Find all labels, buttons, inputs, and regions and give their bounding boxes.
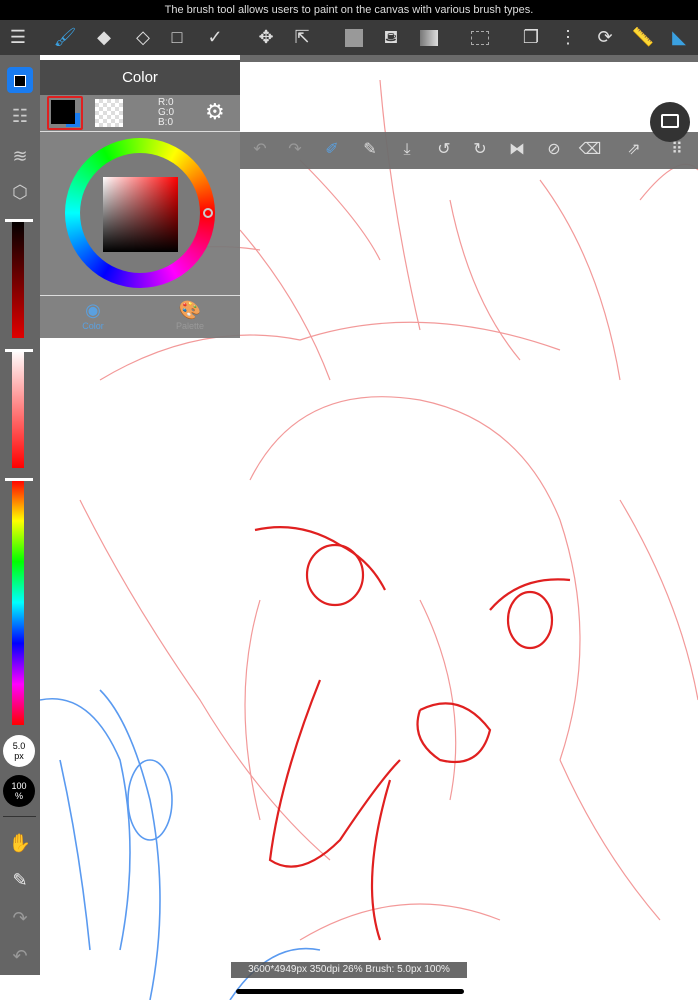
main-toolbar: ☰ 🖌 ◆ ◇ □ ✓ ✥ ⇱ ⛾ ❐ ⋮ ⟳ 📏 ◣ bbox=[0, 20, 698, 55]
ruler-icon[interactable]: 📏 bbox=[630, 24, 656, 50]
brush-sub-toolbar: ↶ ↷ ✐ ✎ ⤓ ↺ ↻ ⧓ ⊘ ⌫ ⇗ ⠿ bbox=[240, 132, 698, 169]
divider bbox=[3, 816, 36, 817]
move-icon[interactable]: ✥ bbox=[253, 24, 279, 50]
eyedropper-icon[interactable]: ✎ bbox=[7, 867, 33, 893]
palette-icon: 🎨 bbox=[178, 300, 202, 320]
slider-knob[interactable] bbox=[5, 219, 33, 222]
clear-icon[interactable]: ⌫ bbox=[578, 138, 602, 162]
tab-palette[interactable]: 🎨 Palette bbox=[170, 300, 210, 331]
rotate-icon[interactable]: ⟳ bbox=[592, 24, 618, 50]
saturation-value-square[interactable] bbox=[103, 177, 178, 252]
dot-line-icon[interactable]: ✓ bbox=[202, 24, 228, 50]
transform-icon[interactable]: ⇱ bbox=[289, 24, 315, 50]
rotate-right-icon[interactable]: ↻ bbox=[468, 138, 492, 162]
undo-icon[interactable]: ↶ bbox=[7, 943, 33, 969]
brush-list-icon[interactable]: ☷ bbox=[7, 103, 33, 129]
rectangle-icon[interactable]: □ bbox=[164, 24, 190, 50]
select-menu-icon[interactable]: ⋮ bbox=[555, 24, 581, 50]
undo-icon[interactable]: ↶ bbox=[248, 138, 272, 162]
expand-icon[interactable]: ⇗ bbox=[622, 138, 646, 162]
menu-icon[interactable]: ☰ bbox=[5, 24, 31, 50]
brightness-slider[interactable] bbox=[12, 220, 24, 338]
tab-color[interactable]: ◉ Color bbox=[78, 300, 108, 331]
fill-color-icon[interactable] bbox=[341, 24, 367, 50]
materials-icon[interactable]: ⬡ bbox=[7, 179, 33, 205]
highlight-brush-icon[interactable]: ◣ bbox=[666, 24, 692, 50]
saturation-slider[interactable] bbox=[12, 350, 24, 468]
slider-knob[interactable] bbox=[5, 478, 33, 481]
primary-color-swatch[interactable] bbox=[47, 96, 83, 130]
tooltip-caption: The brush tool allows users to paint on … bbox=[0, 0, 698, 20]
eyedropper-icon[interactable]: ✎ bbox=[358, 138, 382, 162]
color-tab-icon: ◉ bbox=[85, 300, 101, 320]
rgb-readout: R:0 G:0 B:0 bbox=[158, 97, 175, 128]
reset-rotation-icon[interactable]: ⊘ bbox=[542, 138, 566, 162]
brush-size-value: 5.0 bbox=[12, 741, 26, 751]
color-panel: Color R:0 G:0 B:0 ⚙ ◉ Color 🎨 Palette bbox=[40, 60, 240, 338]
layers-icon[interactable]: ≋ bbox=[7, 143, 33, 169]
lasso-eraser-icon[interactable]: ◇ bbox=[130, 24, 156, 50]
color-swatch-row: R:0 G:0 B:0 ⚙ bbox=[40, 95, 240, 132]
window-icon bbox=[661, 114, 679, 128]
left-sidebar: ☷ ≋ ⬡ 5.0 px 100% ✋ ✎ ↷ ↶ bbox=[0, 55, 40, 975]
gradient-icon[interactable] bbox=[416, 24, 442, 50]
opacity-button[interactable]: 100% bbox=[3, 775, 35, 807]
hue-handle[interactable] bbox=[203, 208, 213, 218]
bucket-icon[interactable]: ⛾ bbox=[378, 24, 404, 50]
home-indicator[interactable] bbox=[236, 989, 464, 994]
color-panel-title: Color bbox=[40, 60, 240, 95]
transparent-color-swatch[interactable] bbox=[95, 99, 123, 127]
brush-size-button[interactable]: 5.0 px bbox=[3, 735, 35, 767]
layers-pages-icon[interactable]: ❐ bbox=[518, 24, 544, 50]
brush-icon[interactable]: 🖌 bbox=[52, 24, 78, 50]
rotate-left-icon[interactable]: ↺ bbox=[432, 138, 456, 162]
redo-icon[interactable]: ↷ bbox=[7, 905, 33, 931]
slider-knob[interactable] bbox=[5, 349, 33, 352]
save-icon[interactable]: ⤓ bbox=[395, 138, 419, 162]
canvas-top-strip bbox=[240, 55, 698, 62]
opacity-unit: % bbox=[14, 791, 23, 801]
hue-slider[interactable] bbox=[12, 480, 24, 725]
status-bar: 3600*4949px 350dpi 26% Brush: 5.0px 100% bbox=[231, 962, 467, 978]
hand-icon[interactable]: ✋ bbox=[7, 830, 33, 856]
flip-icon[interactable]: ⧓ bbox=[505, 138, 529, 162]
brush-settings-icon[interactable]: ✐ bbox=[320, 138, 344, 162]
brush-size-unit: px bbox=[14, 751, 24, 761]
color-panel-icon[interactable] bbox=[7, 67, 33, 93]
selection-icon[interactable] bbox=[467, 24, 493, 50]
gear-icon[interactable]: ⚙ bbox=[205, 99, 225, 125]
redo-icon[interactable]: ↷ bbox=[283, 138, 307, 162]
fullscreen-button[interactable] bbox=[650, 102, 690, 142]
eraser-icon[interactable]: ◆ bbox=[91, 24, 117, 50]
opacity-value: 100 bbox=[11, 781, 27, 791]
